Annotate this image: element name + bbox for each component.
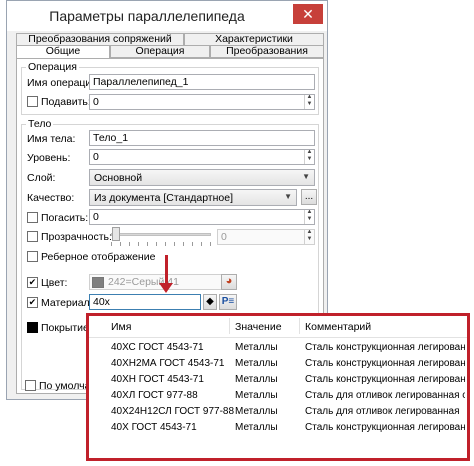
quality-select[interactable]: Из документа [Стандартное] ▼ bbox=[89, 189, 297, 206]
item-comment: Сталь конструкционная легирован... bbox=[305, 422, 465, 433]
item-value: Металлы bbox=[235, 358, 278, 369]
item-comment: Сталь для отливок легированная bbox=[305, 406, 460, 417]
item-name: 40Х24Н12СЛ ГОСТ 977-88 bbox=[111, 406, 235, 417]
tab-transforms[interactable]: Преобразования bbox=[210, 45, 324, 58]
level-label: Уровень: bbox=[27, 152, 71, 164]
close-button[interactable]: ✕ bbox=[293, 4, 323, 24]
material-input[interactable]: 40х bbox=[89, 294, 201, 310]
material-label: Материал: bbox=[41, 297, 93, 309]
item-name: 40ХЛ ГОСТ 977-88 bbox=[111, 390, 198, 401]
material-picker-icon[interactable]: ◆ bbox=[203, 294, 217, 310]
operation-name-input[interactable]: Параллелепипед_1 bbox=[89, 74, 315, 90]
item-value: Металлы bbox=[235, 406, 278, 417]
edge-display-label: Реберное отображение bbox=[41, 251, 156, 263]
transparency-slider-ticks bbox=[111, 242, 211, 246]
color-label: Цвет: bbox=[41, 277, 68, 289]
item-name: 40Х ГОСТ 4543-71 bbox=[111, 422, 197, 433]
material-checkbox[interactable]: ✔ bbox=[27, 297, 38, 308]
header-divider bbox=[299, 318, 300, 334]
chevron-down-icon: ▼ bbox=[302, 172, 310, 181]
item-value: Металлы bbox=[235, 342, 278, 353]
quality-value: Из документа [Стандартное] bbox=[94, 192, 234, 204]
item-value: Металлы bbox=[235, 390, 278, 401]
transparency-spinner[interactable]: ▲ ▼ bbox=[304, 230, 314, 244]
header-comment[interactable]: Комментарий bbox=[305, 321, 371, 333]
tab-general[interactable]: Общие bbox=[16, 45, 110, 59]
transparency-value: 0 bbox=[221, 231, 227, 243]
item-value: Металлы bbox=[235, 374, 278, 385]
extinguish-label: Погасить: bbox=[41, 212, 89, 224]
quality-label: Качество: bbox=[27, 192, 75, 204]
callout-arrow-head bbox=[159, 283, 173, 293]
color-swatch bbox=[92, 277, 104, 288]
transparency-input[interactable]: 0 ▲ ▼ bbox=[217, 229, 315, 245]
item-comment: Сталь для отливок легированная с... bbox=[305, 390, 465, 401]
list-item[interactable]: 40ХН ГОСТ 4543-71 Металлы Сталь конструк… bbox=[89, 372, 467, 388]
tab-operation[interactable]: Операция bbox=[110, 45, 210, 58]
transparency-label: Прозрачность: bbox=[41, 231, 112, 243]
extinguish-spinner[interactable]: ▲ ▼ bbox=[304, 210, 314, 224]
body-name-input[interactable]: Тело_1 bbox=[89, 130, 315, 146]
header-value[interactable]: Значение bbox=[235, 321, 282, 333]
header-name[interactable]: Имя bbox=[111, 321, 131, 333]
suppress-checkbox[interactable] bbox=[27, 96, 38, 107]
palette-icon[interactable]: ◕ bbox=[221, 274, 237, 290]
item-name: 40ХС ГОСТ 4543-71 bbox=[111, 342, 204, 353]
level-input[interactable]: 0 ▲ ▼ bbox=[89, 149, 315, 165]
default-label: По умолча bbox=[39, 380, 91, 392]
transparency-slider[interactable] bbox=[111, 233, 211, 236]
edge-display-checkbox[interactable] bbox=[27, 251, 38, 262]
list-item[interactable]: 40ХС ГОСТ 4543-71 Металлы Сталь конструк… bbox=[89, 340, 467, 356]
suppress-spinner[interactable]: ▲ ▼ bbox=[304, 95, 314, 109]
operation-group-title: Операция bbox=[26, 61, 79, 73]
suppress-value: 0 bbox=[93, 96, 99, 108]
suppress-input[interactable]: 0 ▲ ▼ bbox=[89, 94, 315, 110]
item-value: Металлы bbox=[235, 422, 278, 433]
header-divider bbox=[229, 318, 230, 334]
body-name-label: Имя тела: bbox=[27, 133, 76, 145]
suppress-label: Подавить: bbox=[41, 96, 91, 108]
coating-label: Покрытие: bbox=[41, 322, 92, 334]
extinguish-input[interactable]: 0 ▲ ▼ bbox=[89, 209, 315, 225]
list-item[interactable]: 40Х ГОСТ 4543-71 Металлы Сталь конструкц… bbox=[89, 420, 467, 436]
item-comment: Сталь конструкционная легирован... bbox=[305, 374, 465, 385]
color-checkbox[interactable]: ✔ bbox=[27, 277, 38, 288]
transparency-slider-thumb[interactable] bbox=[112, 227, 120, 241]
level-value: 0 bbox=[93, 151, 99, 163]
body-group-title: Тело bbox=[26, 118, 54, 130]
level-spinner[interactable]: ▲ ▼ bbox=[304, 150, 314, 164]
quality-browse-button[interactable]: ... bbox=[301, 189, 317, 205]
title-bar: Параметры параллелепипеда ✕ bbox=[7, 1, 327, 31]
layer-select[interactable]: Основной ▼ bbox=[89, 169, 315, 186]
layer-label: Слой: bbox=[27, 172, 56, 184]
extinguish-checkbox[interactable] bbox=[27, 212, 38, 223]
coating-checkbox[interactable] bbox=[27, 322, 38, 333]
popup-header: Имя Значение Комментарий bbox=[89, 316, 467, 338]
list-item[interactable]: 40ХЛ ГОСТ 977-88 Металлы Сталь для отлив… bbox=[89, 388, 467, 404]
extinguish-value: 0 bbox=[93, 211, 99, 223]
chevron-down-icon: ▼ bbox=[284, 192, 292, 201]
material-library-button[interactable]: P≡ bbox=[219, 294, 237, 310]
layer-value: Основной bbox=[94, 172, 143, 184]
tab-row-bottom: Общие Операция Преобразования bbox=[16, 45, 324, 59]
item-name: 40ХН2МА ГОСТ 4543-71 bbox=[111, 358, 225, 369]
callout-arrow-line bbox=[165, 255, 168, 285]
default-checkbox[interactable] bbox=[25, 380, 36, 391]
window-title: Параметры параллелепипеда bbox=[49, 8, 245, 24]
item-name: 40ХН ГОСТ 4543-71 bbox=[111, 374, 204, 385]
item-comment: Сталь конструкционная легирован... bbox=[305, 358, 465, 369]
item-comment: Сталь конструкционная легирован... bbox=[305, 342, 465, 353]
list-item[interactable]: 40ХН2МА ГОСТ 4543-71 Металлы Сталь конст… bbox=[89, 356, 467, 372]
transparency-checkbox[interactable] bbox=[27, 231, 38, 242]
list-item[interactable]: 40Х24Н12СЛ ГОСТ 977-88 Металлы Сталь для… bbox=[89, 404, 467, 420]
material-autocomplete-popup: Имя Значение Комментарий 40ХС ГОСТ 4543-… bbox=[86, 313, 470, 461]
